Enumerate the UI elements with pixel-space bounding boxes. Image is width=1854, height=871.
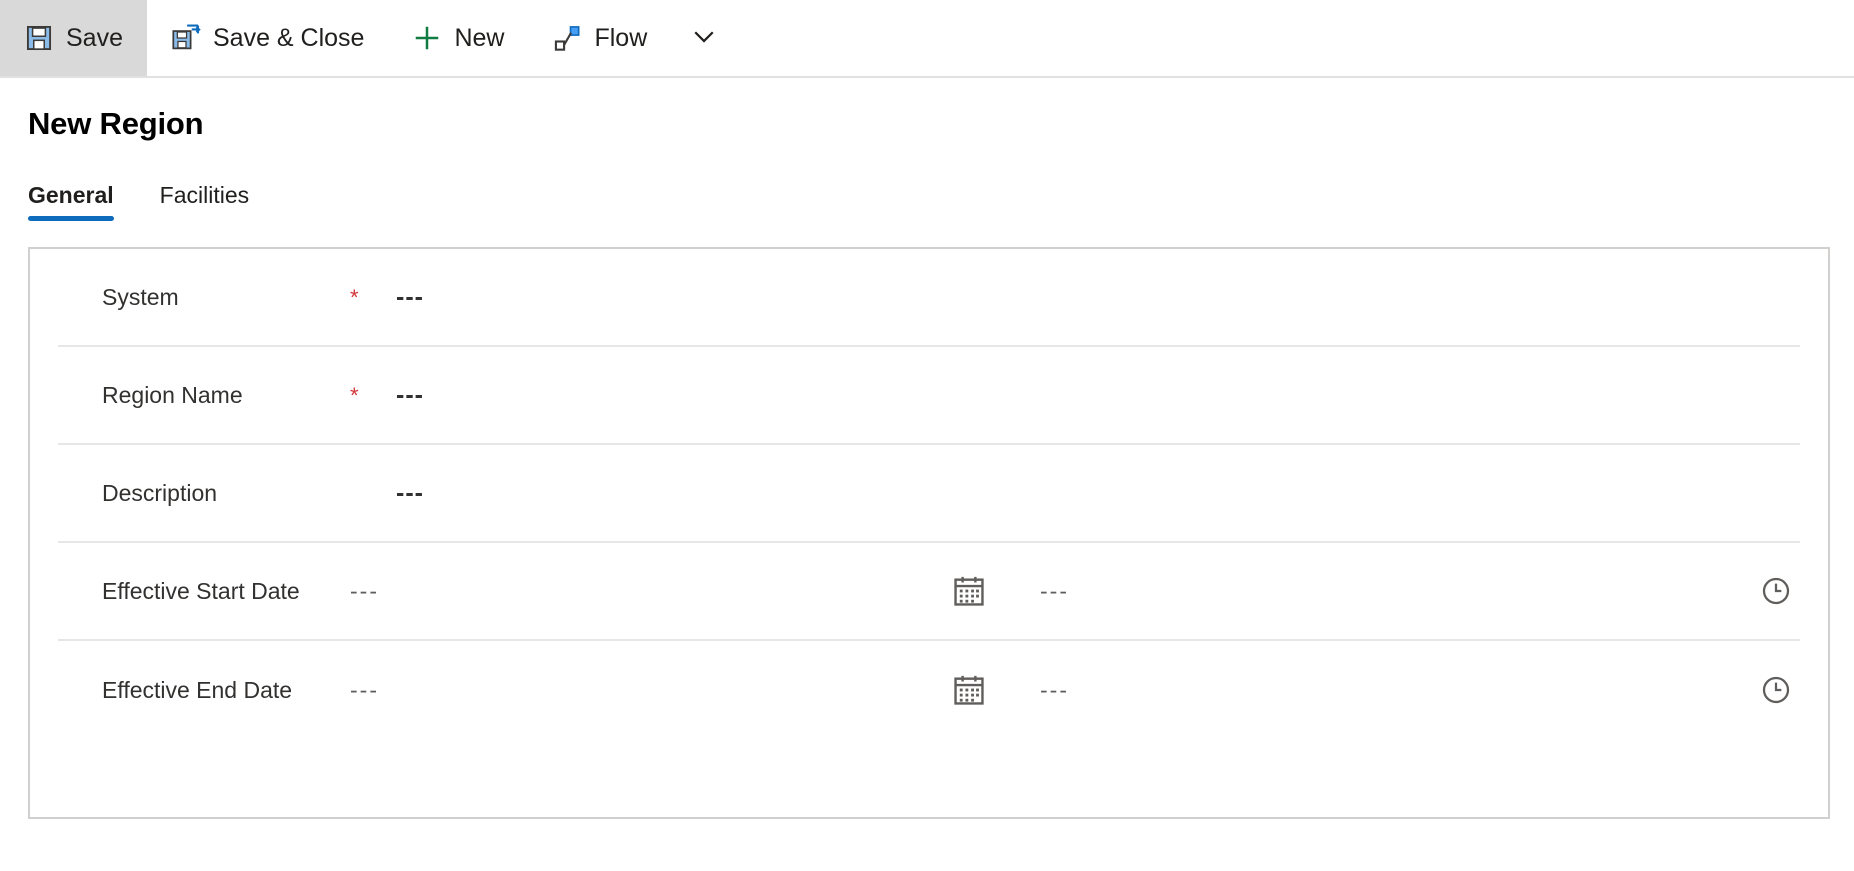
- description-value[interactable]: ---: [396, 479, 424, 508]
- effective-start-time-value[interactable]: ---: [1040, 578, 1069, 605]
- save-icon: [24, 23, 54, 53]
- clock-icon[interactable]: [1758, 573, 1794, 609]
- form-row-effective-end-date: Effective End Date --- ---: [58, 641, 1800, 739]
- clock-icon[interactable]: [1758, 672, 1794, 708]
- system-label: System: [102, 283, 179, 310]
- page-title: New Region: [28, 106, 204, 141]
- region-name-value[interactable]: ---: [396, 381, 424, 410]
- tab-general[interactable]: General: [28, 182, 138, 221]
- effective-start-date-value[interactable]: ---: [350, 578, 950, 605]
- description-label: Description: [102, 479, 218, 506]
- tab-facilities-label: Facilities: [159, 182, 250, 208]
- overflow-chevron-button[interactable]: [671, 0, 737, 76]
- effective-end-time-value[interactable]: ---: [1040, 677, 1069, 704]
- tab-facilities[interactable]: Facilities: [160, 182, 273, 221]
- plus-icon: [412, 23, 442, 53]
- flow-button[interactable]: Flow: [528, 0, 671, 76]
- description-required-spacer: [350, 492, 396, 494]
- effective-start-date-label: Effective Start Date: [102, 577, 300, 604]
- save-button[interactable]: Save: [0, 0, 147, 76]
- new-button[interactable]: New: [388, 0, 528, 76]
- command-bar: Save Save & Close New Flow: [0, 0, 1854, 78]
- effective-end-date-label: Effective End Date: [102, 676, 293, 703]
- form-row-system: System * ---: [58, 249, 1800, 347]
- calendar-icon[interactable]: [950, 572, 988, 610]
- flow-icon: [552, 23, 582, 53]
- save-and-close-icon: [171, 23, 201, 53]
- save-and-close-button-label: Save & Close: [212, 23, 365, 52]
- system-required-indicator: *: [350, 285, 359, 310]
- form-row-region-name: Region Name * ---: [58, 347, 1800, 445]
- region-name-label: Region Name: [102, 381, 243, 408]
- region-name-required-indicator: *: [350, 383, 359, 408]
- save-and-close-button[interactable]: Save & Close: [147, 0, 388, 76]
- effective-end-date-value[interactable]: ---: [350, 677, 950, 704]
- tab-list: General Facilities: [28, 175, 1854, 221]
- page-body: New Region General Facilities System * -…: [0, 106, 1854, 819]
- form-row-description: Description ---: [58, 445, 1800, 543]
- chevron-down-icon: [689, 21, 719, 56]
- calendar-icon[interactable]: [950, 671, 988, 709]
- form-row-effective-start-date: Effective Start Date --- ---: [58, 543, 1800, 641]
- general-form-card: System * --- Region Name * --- Descripti…: [28, 247, 1830, 819]
- flow-button-label: Flow: [594, 23, 648, 52]
- system-value[interactable]: ---: [396, 283, 424, 312]
- tab-general-label: General: [28, 182, 114, 208]
- new-button-label: New: [454, 23, 505, 52]
- save-button-label: Save: [66, 23, 123, 52]
